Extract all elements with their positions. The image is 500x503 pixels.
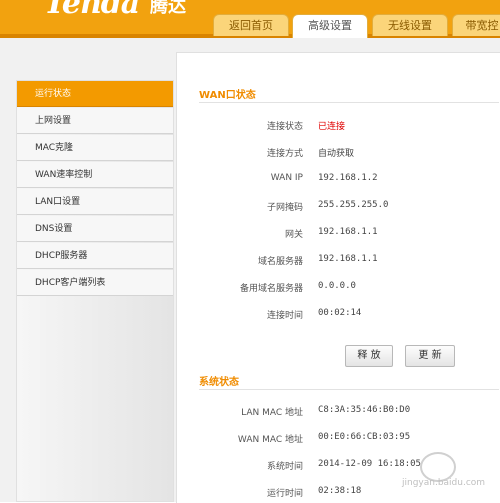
wan-row-label: 域名服务器 xyxy=(257,257,303,267)
wan-row-label: 子网掩码 xyxy=(266,203,303,213)
lan-mac-value: C8:3A:35:46:B0:D0 xyxy=(318,405,411,415)
connection-time-value: 00:02:14 xyxy=(318,308,362,318)
brand-logo-cn: 腾达 xyxy=(150,0,186,17)
sidebar-item-internet[interactable]: 上网设置 xyxy=(17,108,173,134)
sidebar: 运行状态 上网设置 MAC克隆 WAN速率控制 LAN口设置 DNS设置 DHC… xyxy=(16,80,174,502)
wan-row-label: 备用域名服务器 xyxy=(239,284,303,294)
system-row-label: LAN MAC 地址 xyxy=(241,408,303,418)
wan-row-label: 连接状态 xyxy=(266,122,303,132)
wan-mac-value: 00:E0:66:CB:03:95 xyxy=(318,432,411,442)
wan-status-divider xyxy=(199,102,499,103)
system-status-divider xyxy=(199,389,499,390)
wan-row-label: 连接时间 xyxy=(266,311,303,321)
sidebar-item-mac-clone[interactable]: MAC克隆 xyxy=(17,135,173,161)
tab-bandwidth-control[interactable]: 带宽控 xyxy=(452,14,500,36)
dns-server-value: 192.168.1.1 xyxy=(318,254,378,264)
sidebar-item-status[interactable]: 运行状态 xyxy=(17,81,173,107)
connection-status-value: 已连接 xyxy=(318,122,346,132)
wan-status-title: WAN口状态 xyxy=(199,90,256,101)
sidebar-item-lan[interactable]: LAN口设置 xyxy=(17,189,173,215)
subnet-mask-value: 255.255.255.0 xyxy=(318,200,389,210)
baidu-watermark: jingyan.baidu.com xyxy=(402,452,485,492)
system-row-label: 运行时间 xyxy=(266,489,303,499)
system-row-label: WAN MAC 地址 xyxy=(237,435,303,445)
sidebar-item-dns[interactable]: DNS设置 xyxy=(17,216,173,242)
sidebar-item-dhcp-clients[interactable]: DHCP客户端列表 xyxy=(17,270,173,296)
tab-home[interactable]: 返回首页 xyxy=(213,14,289,36)
sidebar-item-dhcp-server[interactable]: DHCP服务器 xyxy=(17,243,173,269)
brand-logo: Tenda xyxy=(44,0,140,21)
system-status-title: 系统状态 xyxy=(199,377,239,388)
sidebar-item-wan-rate[interactable]: WAN速率控制 xyxy=(17,162,173,188)
wan-row-label: 网关 xyxy=(284,230,303,240)
system-row-label: 系统时间 xyxy=(266,462,303,472)
connection-type-value: 自动获取 xyxy=(318,149,355,159)
wan-row-label: 连接方式 xyxy=(266,149,303,159)
gateway-value: 192.168.1.1 xyxy=(318,227,378,237)
uptime-value: 02:38:18 xyxy=(318,486,362,496)
backup-dns-value: 0.0.0.0 xyxy=(318,281,356,291)
tab-wireless-settings[interactable]: 无线设置 xyxy=(372,14,448,36)
tab-advanced-settings[interactable]: 高级设置 xyxy=(292,14,368,38)
wan-ip-value: 192.168.1.2 xyxy=(318,173,378,183)
renew-button[interactable]: 更 新 xyxy=(405,345,455,367)
release-button[interactable]: 释 放 xyxy=(345,345,393,367)
wan-row-label: WAN IP xyxy=(270,173,303,183)
watermark-text: jingyan.baidu.com xyxy=(402,478,486,488)
